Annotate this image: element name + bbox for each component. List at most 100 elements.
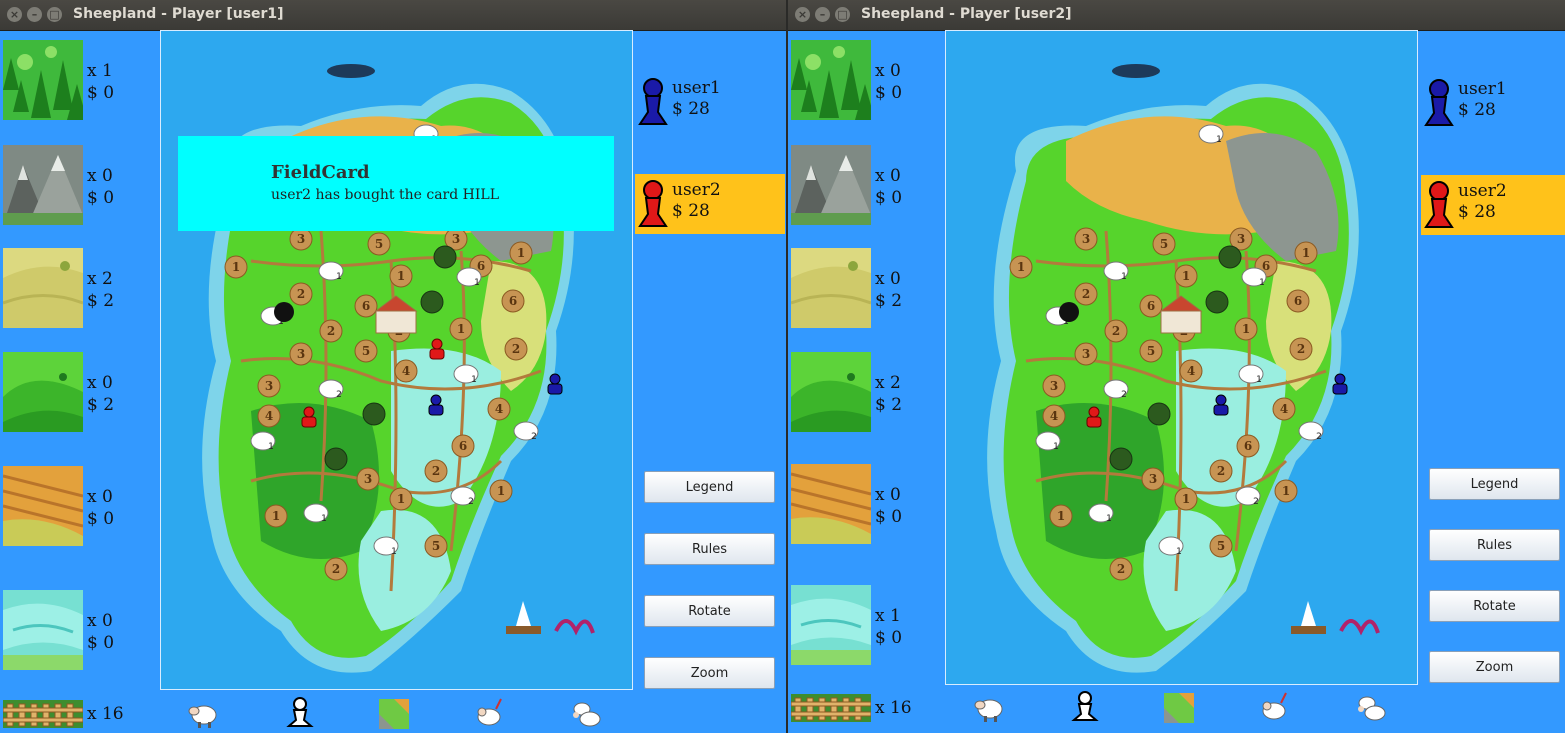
sheep-icon[interactable]: [188, 697, 220, 729]
svg-text:6: 6: [1294, 294, 1302, 308]
svg-text:1: 1: [1182, 269, 1190, 283]
svg-text:5: 5: [1147, 344, 1155, 358]
svg-text:5: 5: [1217, 539, 1225, 553]
svg-text:2: 2: [1217, 464, 1225, 478]
pawn-icon: [638, 78, 668, 125]
sheep-icon[interactable]: [974, 691, 1006, 723]
svg-text:4: 4: [1280, 402, 1288, 416]
title-bar: × – □ Sheepland - Player [user1]: [0, 0, 786, 31]
lake-card-info: x 1 $ 0: [875, 606, 903, 648]
svg-text:1: 1: [1176, 547, 1182, 557]
svg-text:6: 6: [362, 299, 370, 313]
game-board[interactable]: 1353161261325423464231152126 11122112111: [160, 30, 633, 690]
island-map[interactable]: 1353161261325423464231152126 11122112111: [946, 31, 1417, 684]
lamb-icon[interactable]: [1355, 691, 1387, 723]
close-icon[interactable]: ×: [795, 7, 810, 22]
window-title: Sheepland - Player [user1]: [73, 6, 284, 22]
svg-text:2: 2: [1297, 342, 1305, 356]
maximize-icon[interactable]: □: [47, 7, 62, 22]
lamb-icon[interactable]: [570, 697, 602, 729]
svg-text:2: 2: [1117, 562, 1125, 576]
ram-icon[interactable]: [474, 697, 504, 729]
player-user2: user2 $ 28: [635, 174, 785, 234]
field-card-tile[interactable]: [791, 464, 871, 544]
player-user1: user1 $ 28: [1421, 73, 1565, 133]
svg-text:1: 1: [1053, 442, 1059, 452]
svg-text:1: 1: [517, 246, 525, 260]
mountain-card-tile[interactable]: [791, 145, 871, 225]
svg-text:4: 4: [1050, 409, 1058, 423]
notification-title: FieldCard: [271, 162, 370, 183]
close-icon[interactable]: ×: [7, 7, 22, 22]
svg-text:3: 3: [297, 347, 305, 361]
fence-icon: [790, 694, 872, 722]
shepherd-icon[interactable]: [285, 696, 315, 728]
rules-button[interactable]: Rules: [1429, 529, 1560, 561]
zoom-button[interactable]: Zoom: [644, 657, 775, 689]
game-window-user2: × – □ Sheepland - Player [user2] x 0 $ 0 …: [788, 0, 1565, 733]
shepherd-icon[interactable]: [1070, 690, 1100, 722]
svg-text:3: 3: [1237, 232, 1245, 246]
svg-text:1: 1: [397, 269, 405, 283]
plain-card-info: x 0 $ 2: [875, 269, 903, 311]
svg-text:1: 1: [1256, 375, 1262, 385]
minimize-icon[interactable]: –: [815, 7, 830, 22]
svg-text:1: 1: [1242, 322, 1250, 336]
hill-card-info: x 0 $ 2: [87, 373, 115, 415]
mountain-card-info: x 0 $ 0: [87, 166, 115, 208]
forest-card-tile[interactable]: [791, 40, 871, 120]
minimize-icon[interactable]: –: [27, 7, 42, 22]
forest-card-tile[interactable]: [3, 40, 83, 120]
svg-text:2: 2: [468, 497, 474, 507]
rotate-button[interactable]: Rotate: [1429, 590, 1560, 622]
svg-text:2: 2: [332, 562, 340, 576]
field-card-info: x 0 $ 0: [87, 487, 115, 529]
game-board[interactable]: 1353161261325423464231152126 11122112111: [945, 30, 1418, 685]
notification-message: user2 has bought the card HILL: [271, 187, 499, 203]
lake-card-tile[interactable]: [791, 585, 871, 665]
svg-text:2: 2: [1253, 497, 1259, 507]
svg-text:5: 5: [375, 237, 383, 251]
forest-card-info: x 0 $ 0: [875, 61, 903, 103]
zoom-button[interactable]: Zoom: [1429, 651, 1560, 683]
svg-text:4: 4: [1187, 364, 1195, 378]
hill-card-tile[interactable]: [3, 352, 83, 432]
player-user2: user2 $ 28: [1421, 175, 1565, 235]
svg-text:3: 3: [1050, 379, 1058, 393]
ram-icon[interactable]: [1259, 691, 1289, 723]
legend-button[interactable]: Legend: [1429, 468, 1560, 500]
field-card-tile[interactable]: [3, 466, 83, 546]
rotate-button[interactable]: Rotate: [644, 595, 775, 627]
svg-text:2: 2: [1082, 287, 1090, 301]
rules-button[interactable]: Rules: [644, 533, 775, 565]
mountain-card-tile[interactable]: [3, 145, 83, 225]
hill-card-tile[interactable]: [791, 352, 871, 432]
svg-text:2: 2: [297, 287, 305, 301]
svg-text:1: 1: [232, 260, 240, 274]
lake-card-tile[interactable]: [3, 590, 83, 670]
svg-text:1: 1: [457, 322, 465, 336]
svg-text:4: 4: [265, 409, 273, 423]
fence-icon: [2, 700, 84, 728]
maximize-icon[interactable]: □: [835, 7, 850, 22]
plain-card-tile[interactable]: [791, 248, 871, 328]
player-user1: user1 $ 28: [635, 72, 785, 132]
fence-count: x 16: [875, 698, 912, 718]
plain-card-tile[interactable]: [3, 248, 83, 328]
mountain-card-info: x 0 $ 0: [875, 166, 903, 208]
card-icon[interactable]: [1164, 693, 1194, 723]
card-icon[interactable]: [379, 699, 409, 729]
fence-count: x 16: [87, 704, 124, 724]
svg-text:2: 2: [1121, 390, 1127, 400]
island-map[interactable]: 1353161261325423464231152126 11122112111: [161, 31, 632, 689]
svg-text:3: 3: [265, 379, 273, 393]
svg-text:1: 1: [1216, 135, 1222, 145]
lake-card-info: x 0 $ 0: [87, 611, 115, 653]
plain-card-info: x 2 $ 2: [87, 269, 115, 311]
svg-text:1: 1: [1017, 260, 1025, 274]
svg-text:6: 6: [1244, 439, 1252, 453]
svg-text:3: 3: [452, 232, 460, 246]
svg-text:2: 2: [1316, 432, 1322, 442]
svg-text:5: 5: [362, 344, 370, 358]
legend-button[interactable]: Legend: [644, 471, 775, 503]
